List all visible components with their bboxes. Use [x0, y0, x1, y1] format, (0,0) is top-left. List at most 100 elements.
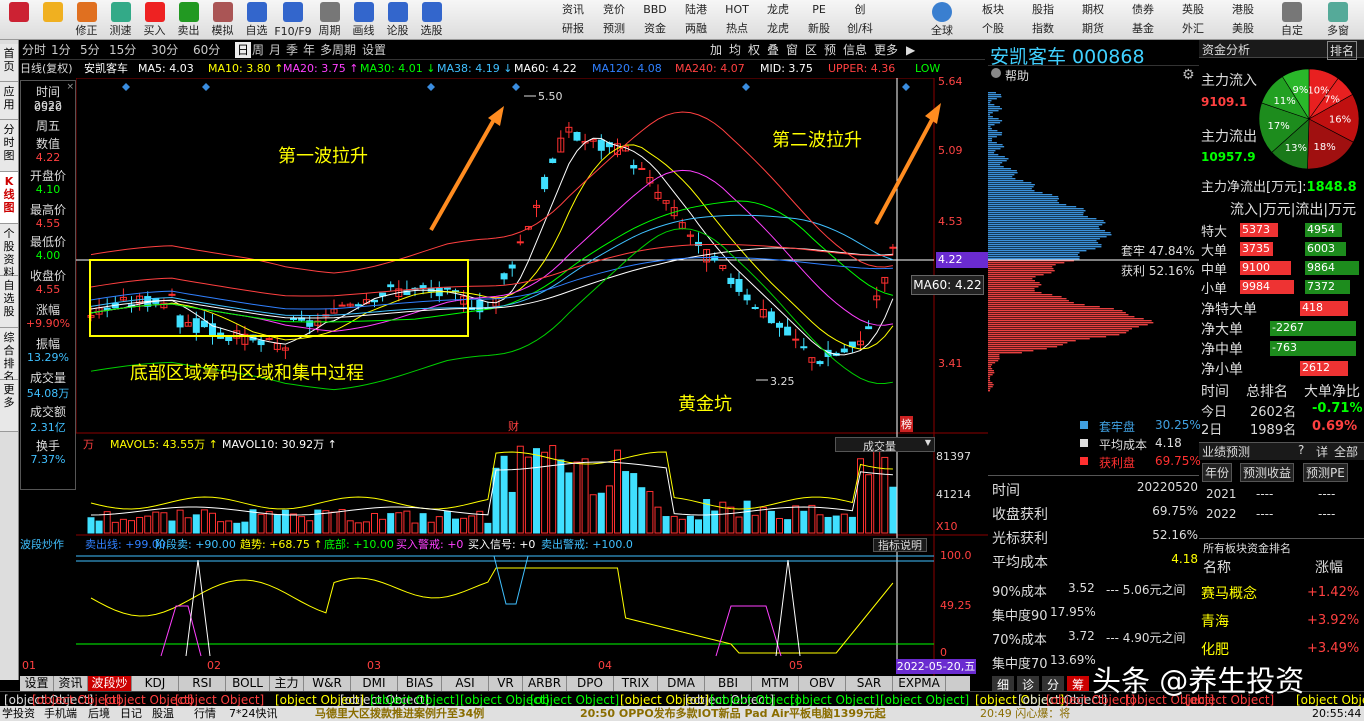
- clock-button[interactable]: 周期: [313, 0, 346, 40]
- period-tab[interactable]: 日: [235, 42, 252, 58]
- period-tab[interactable]: 5分: [80, 42, 100, 58]
- indicator-tab[interactable]: VR: [489, 676, 523, 691]
- period-tab[interactable]: 季: [286, 42, 298, 58]
- period-tab[interactable]: 15分: [109, 42, 136, 58]
- market-bottom-label[interactable]: 基金: [1118, 19, 1168, 38]
- market-top-label[interactable]: 债券: [1118, 0, 1168, 19]
- group-top-label[interactable]: PE: [798, 0, 840, 19]
- market-bottom-label[interactable]: 美股: [1218, 19, 1268, 38]
- group-bottom-label[interactable]: 两融: [675, 19, 717, 38]
- ticker-item[interactable]: 20:50 OPPO发布多款IOT新品 Pad Air平板电脑1399元起: [580, 707, 886, 721]
- group-top-label[interactable]: 创: [839, 0, 881, 19]
- market-bottom-label[interactable]: 外汇: [1168, 19, 1218, 38]
- market-top-label[interactable]: 港股: [1218, 0, 1268, 19]
- search-button[interactable]: 选股: [415, 0, 448, 40]
- indicator-help-button[interactable]: 指标说明: [873, 538, 927, 552]
- chart-tool[interactable]: 更多: [874, 42, 898, 58]
- indicator-tab[interactable]: EXPMA: [893, 676, 946, 691]
- sell-button[interactable]: 卖出: [172, 0, 205, 40]
- toolbar-group[interactable]: BBD 资金: [634, 0, 676, 40]
- toolbar-group[interactable]: PE 新股: [798, 0, 840, 40]
- toolbar-group[interactable]: 陆港 两融: [675, 0, 717, 40]
- sidebar-item[interactable]: 自选股: [0, 276, 18, 328]
- toolbar-group[interactable]: 资讯 研报: [552, 0, 594, 40]
- period-tab[interactable]: 年: [303, 42, 315, 58]
- globe-button[interactable]: 全球: [924, 0, 960, 40]
- forecast-all[interactable]: 全部: [1334, 443, 1358, 460]
- ticker-item[interactable]: 马德里大区拨款推进案例升至34例: [315, 707, 484, 721]
- rank-button[interactable]: 排名: [1327, 41, 1358, 60]
- period-tab[interactable]: 周: [252, 42, 264, 58]
- period-tab[interactable]: 多周期: [320, 42, 356, 58]
- sidebar-item[interactable]: 首页: [0, 44, 18, 82]
- group-bottom-label[interactable]: 新股: [798, 19, 840, 38]
- period-tab[interactable]: 月: [269, 42, 281, 58]
- grid-button[interactable]: [2, 0, 35, 40]
- indicator-tab[interactable]: SAR: [846, 676, 893, 691]
- group-bottom-label[interactable]: 资金: [634, 19, 676, 38]
- group-top-label[interactable]: 龙虎: [757, 0, 799, 19]
- indicator-tab[interactable]: 主力: [270, 676, 304, 691]
- f10-button[interactable]: F10/F9: [274, 0, 312, 40]
- finance-marker[interactable]: 财: [508, 418, 519, 434]
- market-top-label[interactable]: 板块: [968, 0, 1018, 19]
- chip-tab[interactable]: 筹: [1067, 676, 1089, 692]
- market-group[interactable]: 英股 外汇: [1168, 0, 1218, 40]
- refresh-button[interactable]: 测速: [104, 0, 137, 40]
- group-bottom-label[interactable]: 热点: [716, 19, 758, 38]
- indicator-tab[interactable]: ARBR: [523, 676, 567, 691]
- expand-icon[interactable]: ▶: [906, 42, 915, 58]
- group-bottom-label[interactable]: 创/科: [839, 19, 881, 38]
- group-top-label[interactable]: BBD: [634, 0, 676, 19]
- back-arrow-button[interactable]: [36, 0, 69, 40]
- indicator-tab[interactable]: MTM: [752, 676, 799, 691]
- chart-tool[interactable]: 均: [729, 42, 741, 58]
- sector-name[interactable]: 化肥: [1201, 639, 1229, 659]
- indicator-tab[interactable]: 波段炒作: [88, 676, 132, 705]
- chip-tab[interactable]: 诊: [1017, 676, 1039, 692]
- palette-button[interactable]: 修正: [70, 0, 103, 40]
- chart-tool[interactable]: 窗: [786, 42, 798, 58]
- sidebar-item[interactable]: 更多: [0, 380, 18, 432]
- chip-tab[interactable]: 细: [992, 676, 1014, 692]
- forecast-help[interactable]: ?: [1298, 443, 1304, 457]
- indicator-select[interactable]: 成交量 ▼: [835, 437, 935, 453]
- indicator-tab[interactable]: TRIX: [614, 676, 658, 691]
- indicator-tab[interactable]: W&R: [304, 676, 351, 691]
- star-button[interactable]: 自选: [240, 0, 273, 40]
- market-bottom-label[interactable]: 指数: [1018, 19, 1068, 38]
- group-bottom-label[interactable]: 研报: [552, 19, 594, 38]
- indicator-tab[interactable]: 设置: [20, 676, 54, 691]
- sidebar-item[interactable]: 个股资料: [0, 224, 18, 279]
- sidebar-item[interactable]: K线图: [0, 172, 18, 224]
- toolbar-group[interactable]: 竞价 预测: [593, 0, 635, 40]
- group-top-label[interactable]: 竞价: [593, 0, 635, 19]
- market-group[interactable]: 港股 美股: [1218, 0, 1268, 40]
- sector-name[interactable]: 赛马概念: [1201, 583, 1257, 603]
- forecast-detail[interactable]: 详: [1316, 443, 1328, 460]
- group-top-label[interactable]: 资讯: [552, 0, 594, 19]
- period-tab[interactable]: 设置: [362, 42, 386, 58]
- hammer-button[interactable]: 模拟: [206, 0, 239, 40]
- help-label[interactable]: 帮助: [1005, 67, 1029, 84]
- multiwindow-button[interactable]: 多窗: [1318, 0, 1358, 40]
- indicator-tab[interactable]: BOLL: [226, 676, 270, 691]
- indicator-tab[interactable]: KDJ: [132, 676, 179, 691]
- group-top-label[interactable]: 陆港: [675, 0, 717, 19]
- group-top-label[interactable]: HOT: [716, 0, 758, 19]
- chart-tool[interactable]: 信息: [843, 42, 867, 58]
- rank-marker[interactable]: 榜: [900, 416, 913, 432]
- buy-button[interactable]: 买入: [138, 0, 171, 40]
- group-bottom-label[interactable]: 龙虎: [757, 19, 799, 38]
- pencil-button[interactable]: 画线: [347, 0, 380, 40]
- indicator-tab[interactable]: RSI: [179, 676, 226, 691]
- indicator-tab[interactable]: ASI: [442, 676, 489, 691]
- chip-tab[interactable]: 分: [1042, 676, 1064, 692]
- indicator-tab[interactable]: BBI: [705, 676, 752, 691]
- sector-name[interactable]: 青海: [1201, 611, 1229, 631]
- indicator-tab[interactable]: DPO: [567, 676, 614, 691]
- market-group[interactable]: 板块 个股: [968, 0, 1018, 40]
- indicator-tab[interactable]: 资讯: [54, 676, 88, 691]
- group-bottom-label[interactable]: 预测: [593, 19, 635, 38]
- gear-icon[interactable]: ⚙: [1182, 67, 1195, 83]
